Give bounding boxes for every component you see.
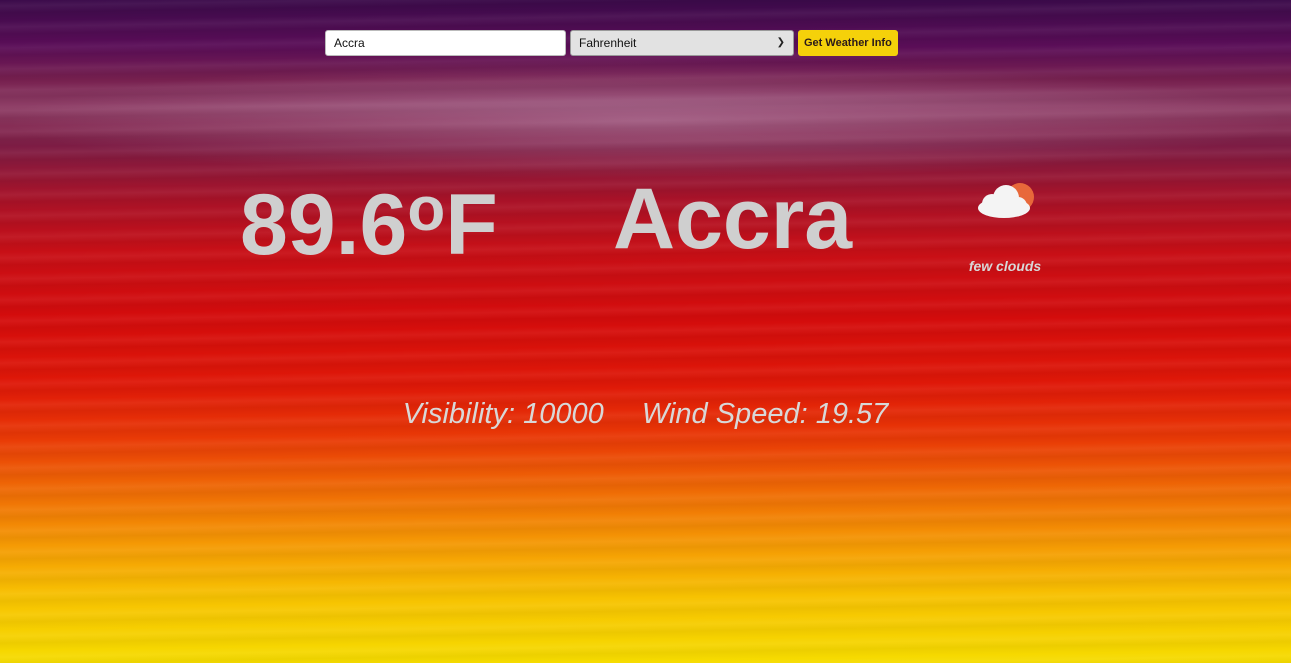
unit-select[interactable]: Fahrenheit ❯: [570, 30, 794, 56]
weather-stats: Visibility: 10000 Wind Speed: 19.57: [0, 398, 1291, 431]
search-form: Fahrenheit ❯ Get Weather Info: [325, 30, 898, 56]
visibility-label: Visibility:: [402, 398, 515, 430]
visibility-value: 10000: [523, 398, 604, 430]
wind-speed-label: Wind Speed:: [641, 398, 808, 430]
unit-select-value: Fahrenheit: [579, 36, 637, 50]
few-clouds-icon: [972, 176, 1040, 224]
wind-speed-value: 19.57: [815, 398, 889, 430]
degree-symbol: o: [407, 175, 446, 244]
weather-description: few clouds: [968, 258, 1042, 274]
city-name: Accra: [613, 171, 853, 267]
chevron-down-icon: ❯: [776, 37, 785, 48]
temperature-display: 89.6oF: [240, 179, 498, 269]
temperature-unit: F: [445, 177, 498, 273]
city-input[interactable]: [325, 30, 566, 56]
get-weather-button[interactable]: Get Weather Info: [798, 30, 898, 56]
background-haze: [0, 60, 1291, 180]
background-streaks: [0, 0, 1291, 663]
temperature-value: 89.6: [240, 177, 408, 273]
